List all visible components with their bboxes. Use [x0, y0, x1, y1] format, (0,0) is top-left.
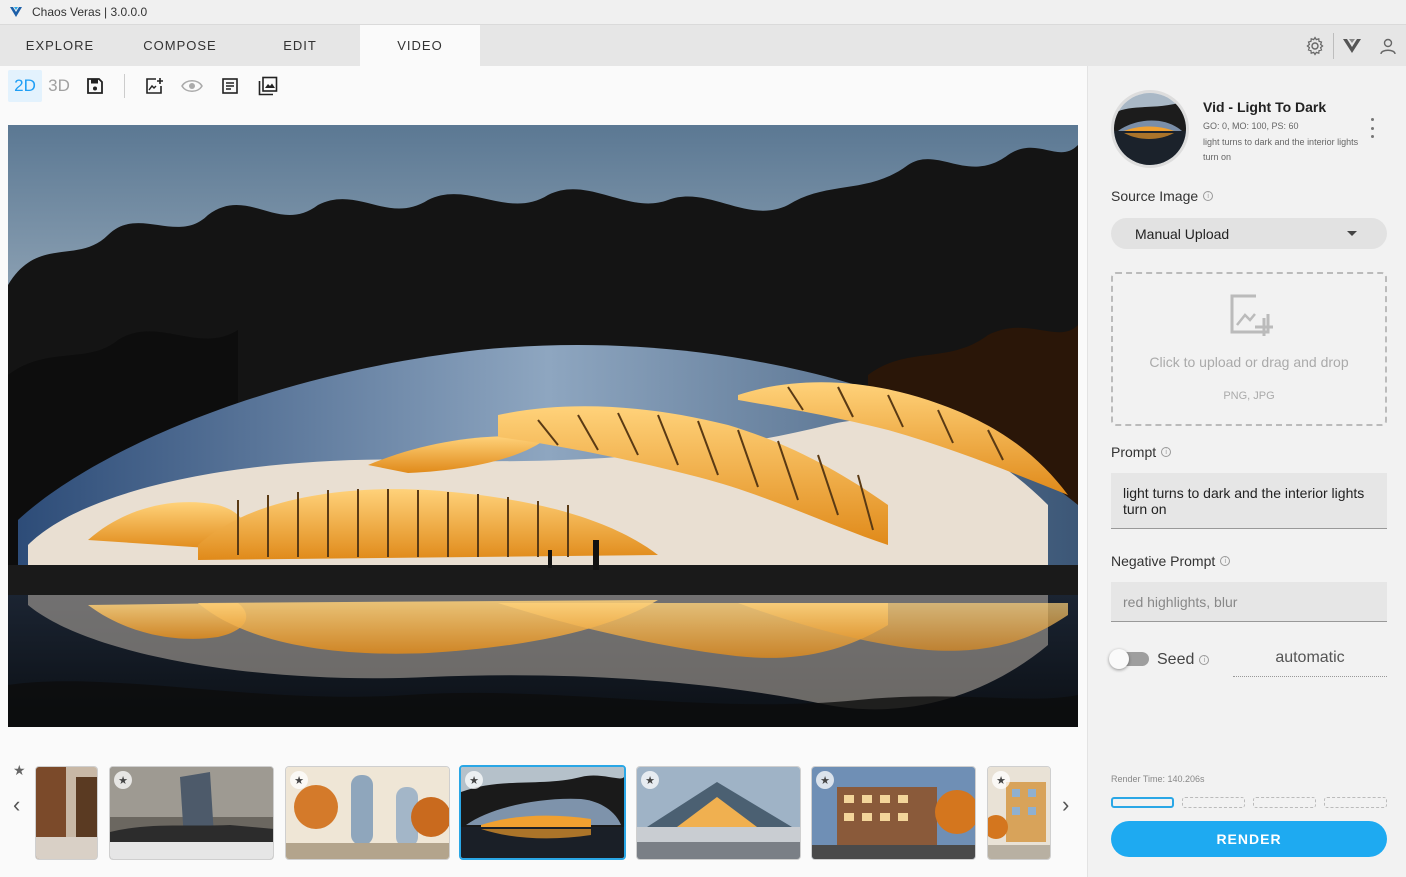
- thumbnail-item[interactable]: ★: [811, 766, 976, 860]
- render-progress-segment: [1111, 797, 1174, 808]
- tab-explore[interactable]: EXPLORE: [0, 25, 120, 66]
- tab-video[interactable]: VIDEO: [360, 25, 480, 66]
- details-button[interactable]: [211, 70, 249, 102]
- prompt-label: Prompt i: [1111, 444, 1172, 460]
- thumbnail-item-selected[interactable]: ★: [459, 765, 626, 860]
- window-titlebar: Chaos Veras | 3.0.0.0: [0, 0, 1406, 25]
- thumbnail-image: [637, 767, 800, 859]
- star-icon[interactable]: ★: [641, 771, 659, 789]
- info-icon[interactable]: i: [1203, 191, 1214, 201]
- render-progress-segment: [1324, 797, 1387, 808]
- thumbnail-image: [461, 767, 624, 858]
- star-icon[interactable]: ★: [13, 762, 26, 779]
- save-button[interactable]: [76, 70, 114, 102]
- preset-meta: GO: 0, MO: 100, PS: 60: [1203, 121, 1299, 131]
- thumbnail-item[interactable]: [35, 766, 98, 860]
- source-image-label-text: Source Image: [1111, 188, 1199, 204]
- document-icon: [222, 78, 238, 94]
- prompt-input[interactable]: light turns to dark and the interior lig…: [1111, 473, 1387, 529]
- preview-button[interactable]: [173, 70, 211, 102]
- upload-image-icon: [1230, 294, 1273, 336]
- top-navbar: EXPLORE COMPOSE EDIT VIDEO: [0, 25, 1406, 66]
- seed-input[interactable]: automatic: [1233, 649, 1387, 677]
- tab-compose[interactable]: COMPOSE: [120, 25, 240, 66]
- source-image-selected-value: Manual Upload: [1135, 225, 1230, 242]
- seed-toggle[interactable]: [1109, 649, 1149, 669]
- toolbar-divider: [124, 74, 125, 98]
- thumbnail-image: [36, 767, 97, 859]
- seed-toggle-knob: [1109, 649, 1129, 669]
- seed-label: Seed i: [1157, 651, 1210, 669]
- veras-logo-icon: [10, 7, 22, 17]
- thumbnail-item[interactable]: ★: [109, 766, 274, 860]
- preset-description: light turns to dark and the interior lig…: [1203, 137, 1359, 162]
- upload-dropzone[interactable]: Click to upload or drag and drop PNG, JP…: [1111, 272, 1387, 426]
- seed-label-text: Seed: [1157, 651, 1195, 668]
- tab-edit[interactable]: EDIT: [240, 25, 360, 66]
- star-icon[interactable]: ★: [465, 771, 483, 789]
- chevron-left-icon[interactable]: ‹: [13, 792, 20, 818]
- gallery-icon: [258, 76, 278, 96]
- thumbnail-image: [110, 767, 273, 859]
- user-icon: [1380, 38, 1396, 54]
- veras-menu-button[interactable]: [1334, 25, 1370, 66]
- negative-prompt-input[interactable]: red highlights, blur: [1111, 582, 1387, 622]
- save-icon: [87, 78, 103, 94]
- negative-prompt-label: Negative Prompt i: [1111, 553, 1231, 569]
- source-image-select[interactable]: Manual Upload: [1111, 218, 1387, 249]
- chevron-right-icon[interactable]: ›: [1062, 792, 1069, 818]
- render-progress-segment: [1182, 797, 1245, 808]
- star-icon[interactable]: ★: [290, 771, 308, 789]
- veras-logo-icon: [1343, 38, 1361, 53]
- gallery-button[interactable]: [249, 70, 287, 102]
- upload-text: Click to upload or drag and drop: [1149, 354, 1349, 370]
- kebab-menu-icon[interactable]: [1366, 118, 1378, 138]
- thumbnail-item[interactable]: ★: [987, 766, 1051, 860]
- video-settings-panel: Vid - Light To Dark GO: 0, MO: 100, PS: …: [1087, 66, 1406, 877]
- star-icon[interactable]: ★: [114, 771, 132, 789]
- mode-3d-button[interactable]: 3D: [42, 70, 76, 102]
- negative-prompt-label-text: Negative Prompt: [1111, 553, 1216, 569]
- gear-icon: [1306, 35, 1324, 56]
- preset-thumbnail: [1111, 90, 1189, 168]
- settings-button[interactable]: [1297, 25, 1333, 66]
- window-title: Chaos Veras | 3.0.0.0: [32, 5, 148, 19]
- info-icon[interactable]: i: [1220, 556, 1231, 566]
- render-progress-segment: [1253, 797, 1316, 808]
- thumbnail-gallery: ★ ‹ › ★ ★ ★ ★ ★ ★: [0, 756, 1087, 866]
- account-button[interactable]: [1370, 25, 1406, 66]
- thumbnail-item[interactable]: ★: [285, 766, 450, 860]
- prompt-label-text: Prompt: [1111, 444, 1157, 460]
- render-button[interactable]: RENDER: [1111, 821, 1387, 857]
- view-toolbar: 2D 3D: [8, 70, 287, 102]
- architecture-render: [8, 125, 1078, 727]
- source-image-label: Source Image i: [1111, 188, 1214, 204]
- star-icon[interactable]: ★: [992, 771, 1010, 789]
- upload-formats: PNG, JPG: [1223, 390, 1275, 402]
- thumbnail-image: [812, 767, 975, 859]
- nav-actions: [1297, 25, 1406, 66]
- render-time: Render Time: 140.206s: [1111, 774, 1205, 784]
- eye-icon: [181, 80, 203, 92]
- preset-title: Vid - Light To Dark: [1203, 99, 1327, 115]
- star-icon[interactable]: ★: [816, 771, 834, 789]
- info-icon[interactable]: i: [1199, 655, 1210, 665]
- preset-image: [1114, 93, 1186, 165]
- info-icon[interactable]: i: [1161, 447, 1172, 457]
- main-workspace: 2D 3D ★ ‹ › ★ ★ ★ ★ ★ ★: [0, 66, 1087, 877]
- add-image-button[interactable]: [135, 70, 173, 102]
- mode-2d-button[interactable]: 2D: [8, 70, 42, 102]
- thumbnail-item[interactable]: ★: [636, 766, 801, 860]
- chevron-down-icon: [1347, 231, 1357, 236]
- thumbnail-image: [286, 767, 449, 859]
- add-image-icon: [146, 78, 163, 94]
- render-preview-image: [8, 125, 1078, 727]
